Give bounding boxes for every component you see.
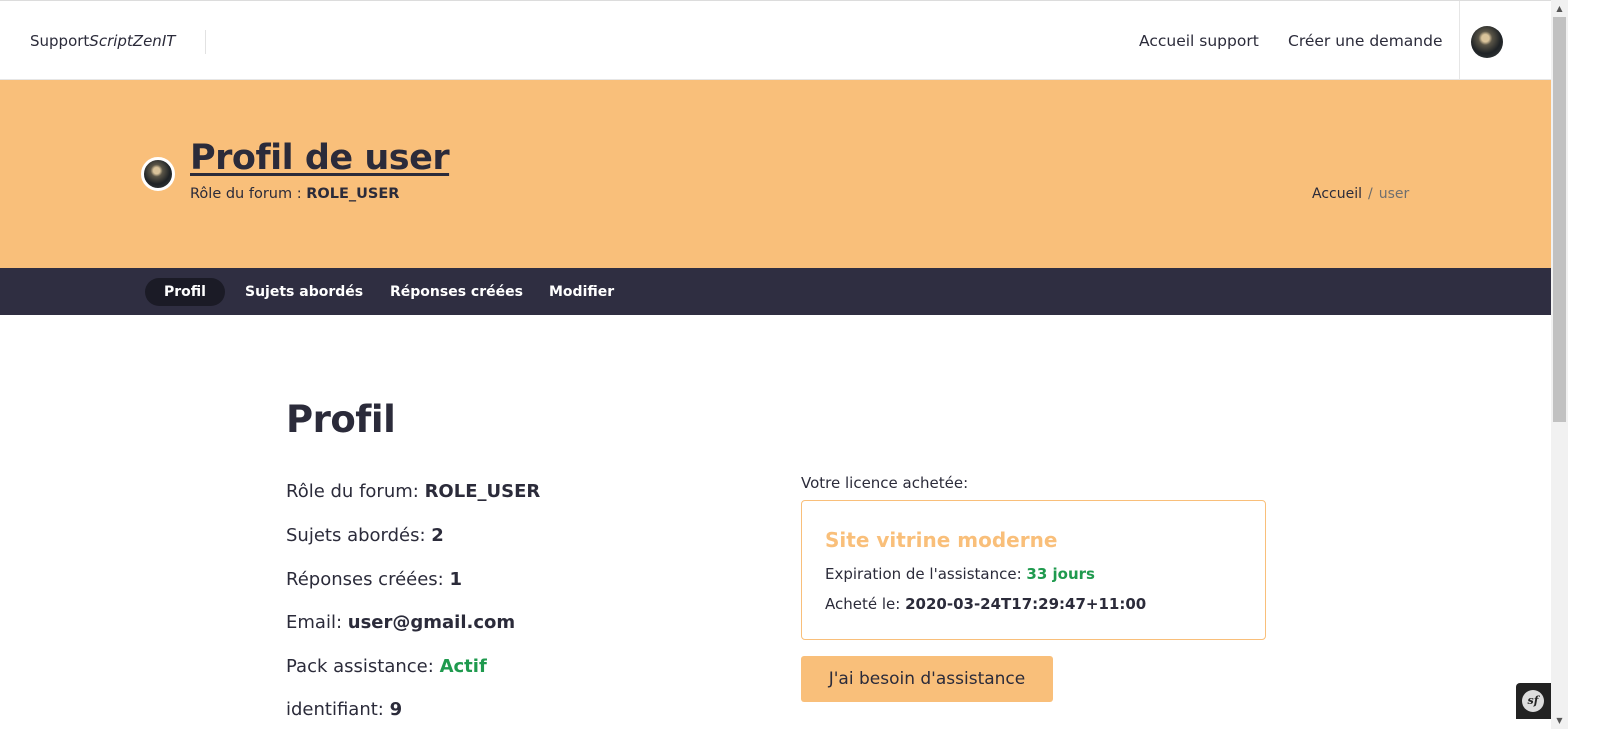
breadcrumb: Accueil / user (1312, 186, 1409, 202)
tab-sujets-abordes[interactable]: Sujets abordés (226, 278, 382, 306)
info-label: identifiant: (286, 699, 384, 720)
licence-name: Site vitrine moderne (825, 528, 1058, 552)
section-title: Profil (286, 398, 396, 441)
nav-link-support-home[interactable]: Accueil support (1139, 32, 1259, 50)
scroll-thumb[interactable] (1553, 17, 1566, 422)
expiration-value: 33 jours (1026, 565, 1095, 583)
info-row-sujets: Sujets abordés: 2 (286, 525, 444, 546)
tab-modifier[interactable]: Modifier (530, 278, 633, 306)
info-label: Réponses créées: (286, 569, 444, 590)
info-value: 9 (389, 699, 403, 720)
breadcrumb-separator: / (1368, 186, 1373, 202)
top-navbar: SupportScriptZenIT Accueil support Créer… (0, 0, 1551, 81)
info-label: Email: (286, 612, 343, 633)
info-row-identifiant: identifiant: 9 (286, 699, 402, 720)
info-row-role: Rôle du forum: ROLE_USER (286, 481, 540, 502)
info-value: 2 (431, 525, 444, 546)
tab-profil[interactable]: Profil (145, 278, 225, 306)
hero-role-value: ROLE_USER (306, 186, 400, 202)
licence-label: Votre licence achetée: (801, 474, 969, 492)
breadcrumb-home[interactable]: Accueil (1312, 186, 1362, 202)
info-label: Pack assistance: (286, 656, 434, 677)
user-avatar-menu[interactable] (1471, 26, 1503, 58)
info-label: Rôle du forum: (286, 481, 419, 502)
nav-divider (1459, 1, 1460, 81)
info-row-reponses: Réponses créées: 1 (286, 569, 462, 590)
scroll-up-arrow-icon[interactable]: ▲ (1551, 0, 1568, 17)
info-row-email: Email: user@gmail.com (286, 612, 515, 633)
breadcrumb-current: user (1378, 186, 1410, 202)
brand-divider (205, 30, 206, 54)
bought-value: 2020-03-24T17:29:47+11:00 (905, 595, 1147, 613)
page-scrollbar[interactable]: ▲ ▼ (1551, 0, 1568, 729)
page-title[interactable]: Profil de user (190, 138, 450, 178)
info-value: ROLE_USER (424, 481, 541, 502)
brand-em-text: ScriptZenIT (89, 32, 176, 50)
profile-tabs: Profil Sujets abordés Réponses créées Mo… (0, 268, 1551, 315)
hero-forum-role: Rôle du forum : ROLE_USER (190, 186, 399, 202)
tab-reponses-creees[interactable]: Réponses créées (371, 278, 542, 306)
profile-avatar (141, 157, 175, 191)
brand-main-text: Support (30, 32, 90, 50)
licence-expiration: Expiration de l'assistance: 33 jours (825, 565, 1095, 583)
profile-hero: Profil de user Rôle du forum : ROLE_USER… (0, 80, 1551, 268)
licence-card: Site vitrine moderne Expiration de l'ass… (801, 500, 1266, 640)
brand-logo[interactable]: SupportScriptZenIT (30, 32, 175, 50)
symfony-logo-icon: sf (1522, 690, 1544, 712)
info-label: Sujets abordés: (286, 525, 426, 546)
licence-purchase-date: Acheté le: 2020-03-24T17:29:47+11:00 (825, 595, 1146, 613)
info-value: 1 (449, 569, 463, 590)
scroll-down-arrow-icon[interactable]: ▼ (1551, 712, 1568, 729)
expiration-label: Expiration de l'assistance: (825, 565, 1022, 583)
debug-toolbar-toggle[interactable]: sf (1516, 683, 1551, 719)
need-assistance-button[interactable]: J'ai besoin d'assistance (801, 656, 1053, 702)
hero-role-label: Rôle du forum : (190, 186, 302, 202)
nav-link-create-request[interactable]: Créer une demande (1288, 32, 1443, 50)
info-row-pack: Pack assistance: Actif (286, 656, 487, 677)
status-badge: Actif (439, 656, 487, 677)
bought-label: Acheté le: (825, 595, 901, 613)
info-value: user@gmail.com (347, 612, 516, 633)
